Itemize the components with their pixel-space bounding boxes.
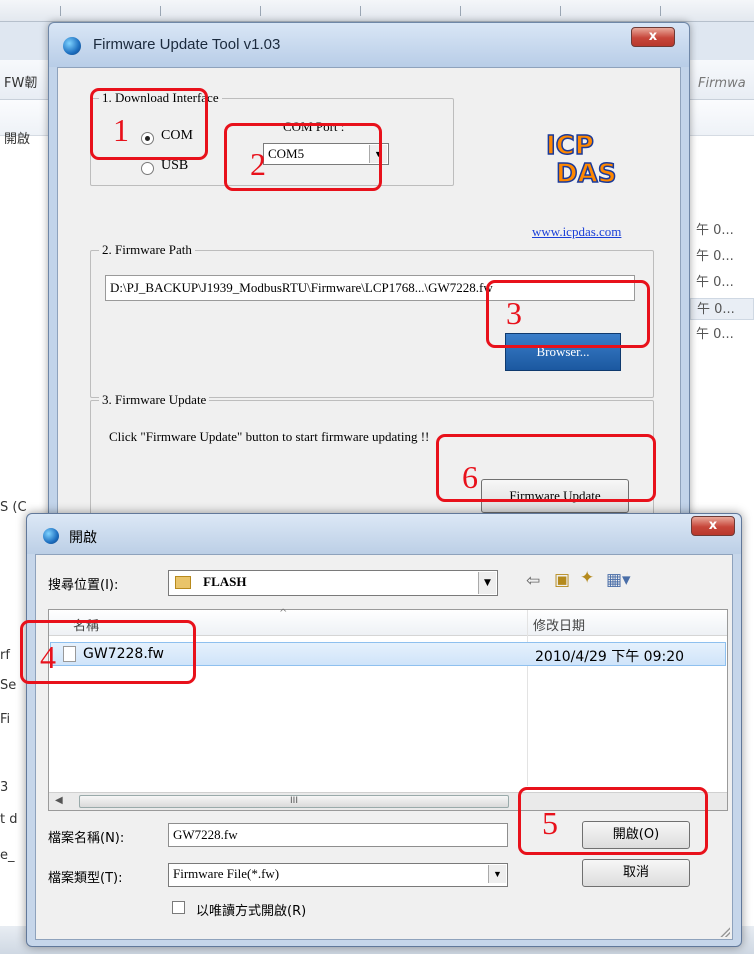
up-folder-icon[interactable]: ▣ [554, 570, 570, 590]
readonly-label: 以唯讀方式開啟(R) [196, 904, 307, 919]
app-globe-icon [43, 528, 59, 544]
background-list-row[interactable]: 午 0... [690, 324, 754, 346]
scroll-left-icon[interactable]: ◀ [55, 795, 63, 806]
website-link[interactable]: www.icpdas.com [532, 224, 621, 240]
scroll-thumb[interactable]: III [79, 795, 509, 808]
annotation-box-1 [90, 88, 208, 160]
background-window-toolbar [0, 0, 754, 22]
file-modified: 2010/4/29 下午 09:20 [535, 649, 685, 665]
resize-grip-icon[interactable] [718, 925, 730, 937]
column-date-header[interactable]: 修改日期 [533, 615, 585, 634]
sort-arrow-icon: ^ [279, 608, 288, 619]
icp-das-logo: ICP DAS [545, 130, 617, 190]
new-folder-icon[interactable]: ✦ [580, 568, 594, 588]
annotation-box-2 [224, 123, 382, 191]
logo-text: DAS [556, 159, 616, 189]
annotation-number-2: 2 [250, 146, 266, 182]
open-file-dialog: 開啟 x 搜尋位置(I): FLASH ▼ ⇦ ▣ ✦ ▦▾ 名稱 ^ 修改日期… [26, 513, 742, 947]
annotation-number-3: 3 [506, 295, 522, 331]
app-globe-icon [63, 37, 81, 55]
back-icon[interactable]: ⇦ [526, 571, 540, 591]
update-instruction: Click "Firmware Update" button to start … [109, 429, 430, 444]
usb-radio-label: USB [161, 158, 189, 173]
folder-icon [175, 576, 191, 589]
chevron-down-icon: ▼ [478, 572, 496, 594]
logo-text: ICP [546, 131, 594, 161]
look-in-label: 搜尋位置(I): [48, 578, 119, 593]
cancel-button[interactable]: 取消 [582, 859, 690, 887]
window-title: Firmware Update Tool v1.03 [93, 36, 281, 53]
usb-radio[interactable] [141, 162, 154, 175]
background-fragment: FW韌 [4, 76, 38, 91]
annotation-number-4: 4 [40, 639, 56, 675]
look-in-value: FLASH [203, 574, 247, 589]
filetype-label: 檔案類型(T): [48, 871, 123, 886]
background-list-row[interactable]: 午 0... [690, 272, 754, 294]
filename-input[interactable]: GW7228.fw [168, 823, 508, 847]
background-fragment: S (C [0, 500, 27, 515]
title-bar: Firmware Update Tool v1.03 x [49, 23, 689, 67]
dialog-close-button[interactable]: x [691, 516, 735, 536]
background-list-row[interactable]: 午 0... [690, 246, 754, 268]
view-menu-icon[interactable]: ▦▾ [606, 570, 631, 590]
group-legend: 2. Firmware Path [99, 242, 195, 258]
close-button[interactable]: x [631, 27, 675, 47]
filename-label: 檔案名稱(N): [48, 831, 125, 846]
annotation-number-1: 1 [113, 112, 129, 148]
look-in-select[interactable]: FLASH ▼ [168, 570, 498, 596]
background-list-row[interactable]: 午 0... [690, 298, 754, 320]
dialog-title: 開啟 [69, 530, 97, 546]
dialog-body: 搜尋位置(I): FLASH ▼ ⇦ ▣ ✦ ▦▾ 名稱 ^ 修改日期 GW72… [35, 554, 733, 940]
annotation-number-6: 6 [462, 459, 478, 495]
chevron-down-icon: ▼ [488, 865, 506, 883]
readonly-checkbox[interactable] [172, 901, 185, 914]
column-divider [527, 610, 528, 786]
filetype-select[interactable]: Firmware File(*.fw) ▼ [168, 863, 508, 887]
filetype-value: Firmware File(*.fw) [173, 866, 280, 881]
annotation-number-5: 5 [542, 805, 558, 841]
background-column-header: Firmwa [698, 76, 746, 91]
background-list-row[interactable]: 午 0... [690, 220, 754, 242]
dialog-title-bar: 開啟 x [27, 514, 741, 554]
background-fragment: 開啟 [4, 132, 31, 147]
group-legend: 3. Firmware Update [99, 392, 210, 408]
